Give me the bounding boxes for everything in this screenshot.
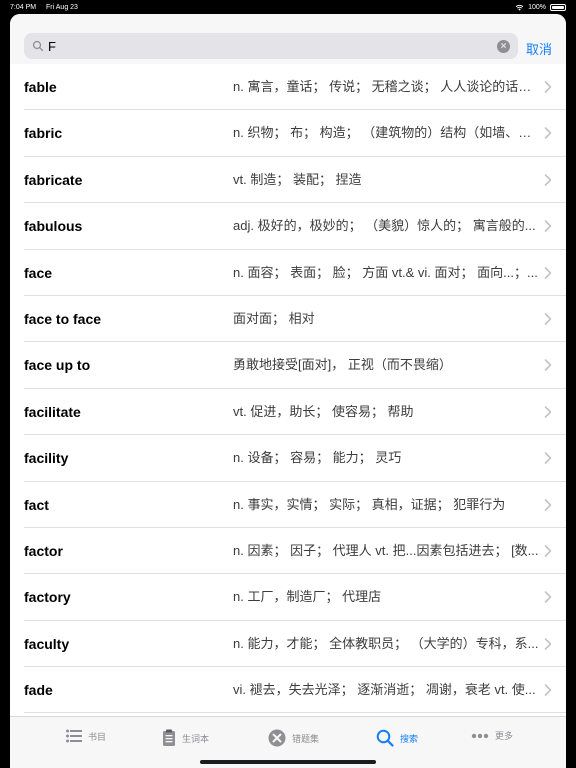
home-indicator [200,760,376,764]
list-item[interactable]: facility n. 设备； 容易； 能力； 灵巧 [24,435,566,482]
app-window: × 取消 fable n. 寓言，童话； 传说； 无稽之谈； 人人谈论的话题...… [10,14,566,768]
search-box[interactable]: × [24,33,518,59]
list-item[interactable]: faculty n. 能力，才能； 全体教职员； （大学的）专科，系... [24,621,566,668]
wifi-icon [515,4,524,11]
chevron-right-icon [544,591,552,604]
tab-vocabulary[interactable]: 生词本 [162,729,209,747]
word-text: fabric [24,125,63,142]
tab-label: 书目 [88,731,107,742]
battery-icon [550,3,566,11]
tab-label: 更多 [495,731,514,741]
list-item[interactable]: face to face 面对面； 相对 [24,296,566,343]
search-header: × 取消 [10,14,566,64]
clear-icon[interactable]: × [497,39,510,53]
word-text: factory [24,589,71,606]
list-item[interactable]: fable n. 寓言，童话； 传说； 无稽之谈； 人人谈论的话题... [24,64,566,111]
word-meaning: n. 工厂，制造厂； 代理店 [233,589,382,605]
list-item[interactable]: fabricate vt. 制造； 装配； 捏造 [24,157,566,204]
chevron-right-icon [544,637,552,650]
chevron-right-icon [544,498,552,511]
word-text: fabulous [24,218,83,235]
chevron-right-icon [544,545,552,557]
list-item[interactable]: fade vi. 褪去，失去光泽； 逐渐消逝； 凋谢，衰老 vt. 使... [24,667,566,714]
search-icon [32,40,44,52]
word-text: face to face [24,310,102,327]
tab-books[interactable]: 书目 [66,729,106,743]
word-text: fabricate [24,171,83,188]
list-item[interactable]: face up to 勇敢地接受[面对]， 正视（而不畏缩） [24,342,566,389]
status-bar: 7:04 PM Fri Aug 23 100% [0,0,576,14]
word-meaning: n. 能力，才能； 全体教职员； （大学的）专科，系... [233,635,539,651]
word-text: face [24,264,53,281]
word-text: face up to [24,357,91,374]
word-meaning: n. 设备； 容易； 能力； 灵巧 [233,450,402,466]
word-meaning: 勇敢地接受[面对]， 正视（而不畏缩） [233,357,452,373]
word-meaning: vt. 促进，助长； 使容易； 帮助 [233,403,414,419]
tab-mistakes[interactable]: 错题集 [268,729,319,747]
word-meaning: vt. 制造； 装配； 捏造 [233,171,362,187]
search-icon [376,729,394,747]
word-list: fable n. 寓言，童话； 传说； 无稽之谈； 人人谈论的话题... fabri… [10,64,566,716]
word-meaning: vi. 褪去，失去光泽； 逐渐消逝； 凋谢，衰老 vt. 使... [233,682,536,698]
tab-more[interactable]: 更多 [471,729,513,742]
list-item[interactable]: facilitate vt. 促进，助长； 使容易； 帮助 [24,389,566,436]
status-right: 100% [515,3,566,11]
word-text: fade [24,682,53,699]
word-text: facilitate [24,403,81,420]
word-meaning: n. 面容； 表面； 脸； 方面 vt.& vi. 面对； 面向...；... [233,264,538,280]
chevron-right-icon [544,684,552,696]
word-meaning: 面对面； 相对 [233,310,315,326]
word-text: faculty [24,635,70,652]
list-item[interactable]: fabulous adj. 极好的，极妙的； （美貌）惊人的； 寓言般的... [24,203,566,250]
search-input[interactable] [48,38,497,54]
chevron-right-icon [544,313,552,325]
list-item[interactable]: face n. 面容； 表面； 脸； 方面 vt.& vi. 面对； 面向...；… [24,250,566,296]
chevron-right-icon [544,359,552,372]
cancel-button[interactable]: 取消 [526,39,552,58]
battery-percent: 100% [528,3,546,11]
tab-label: 搜索 [400,733,419,744]
chevron-right-icon [544,405,552,418]
battery-fill [552,5,564,9]
word-text: facility [24,450,69,467]
clipboard-icon [163,729,175,746]
x-circle-icon [268,729,286,747]
ellipsis-icon [471,733,489,738]
list-item[interactable]: fact n. 事实，实情； 实际； 真相，证据； 犯罪行为 [24,482,566,528]
word-meaning: adj. 极好的，极妙的； （美貌）惊人的； 寓言般的... [233,218,536,234]
word-meaning: n. 寓言，童话； 传说； 无稽之谈； 人人谈论的话题... [233,79,541,94]
list-icon [66,729,82,743]
status-time: 7:04 PM [10,3,37,11]
status-date: Fri Aug 23 [46,3,78,11]
tab-label: 生词本 [182,733,210,744]
list-item[interactable]: factory n. 工厂，制造厂； 代理店 [24,574,566,621]
list-item[interactable]: fabric n. 织物； 布； 构造； （建筑物的）结构（如墙、地... [24,110,566,157]
tab-label: 错题集 [292,733,320,744]
chevron-right-icon [544,173,552,186]
word-meaning: n. 织物； 布； 构造； （建筑物的）结构（如墙、地... [233,125,541,141]
word-text: fact [24,496,49,513]
chevron-right-icon [544,127,552,140]
tab-search[interactable]: 搜索 [376,729,418,747]
status-left: 7:04 PM Fri Aug 23 [10,4,86,11]
chevron-right-icon [544,452,552,464]
word-text: factor [24,542,63,559]
chevron-right-icon [544,220,552,232]
word-text: fable [24,79,57,95]
chevron-right-icon [544,81,552,93]
list-item[interactable]: factor n. 因素； 因子； 代理人 vt. 把...因素包括进去； [数.… [24,528,566,575]
word-meaning: n. 因素； 因子； 代理人 vt. 把...因素包括进去； [数... [233,542,539,558]
chevron-right-icon [544,266,552,279]
word-meaning: n. 事实，实情； 实际； 真相，证据； 犯罪行为 [233,496,506,512]
